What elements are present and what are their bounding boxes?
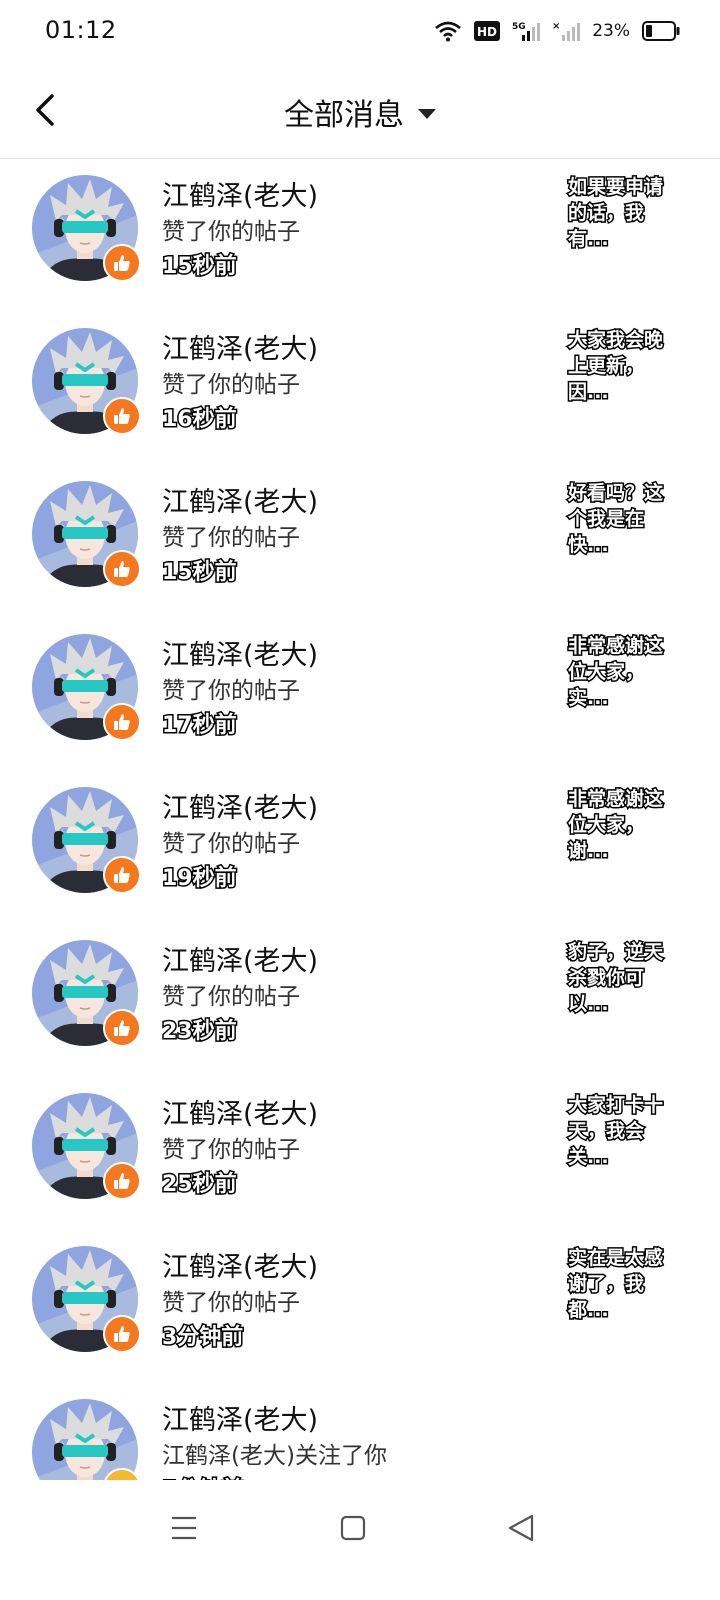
notification-time: 15秒前 [161, 253, 239, 281]
svg-text:×: × [552, 21, 560, 32]
app-header: 全部消息 [0, 62, 720, 159]
thumbs-up-icon [114, 255, 130, 271]
svg-text:5G: 5G [512, 22, 526, 32]
home-square-icon [340, 1515, 366, 1541]
notification-item[interactable]: 江鹤泽(老大) 江鹤泽(老大)关注了你 5分钟前 [0, 1382, 720, 1480]
notification-action: 赞了你的帖子 [162, 525, 300, 551]
notification-action: 赞了你的帖子 [162, 1290, 300, 1316]
notification-time: 16秒前 [161, 406, 239, 434]
notification-item[interactable]: 江鹤泽(老大) 赞了你的帖子 3分钟前 实在是太感谢了，我都... [0, 1229, 720, 1382]
notification-item[interactable]: 江鹤泽(老大) 赞了你的帖子 15秒前 好看吗？这个我是在快... [0, 464, 720, 617]
notification-action: 赞了你的帖子 [162, 831, 300, 857]
notification-item[interactable]: 江鹤泽(老大) 赞了你的帖子 16秒前 大家我会晚上更新，因... [0, 311, 720, 464]
sender-name: 江鹤泽(老大) [162, 1405, 319, 1436]
menu-button[interactable] [164, 1508, 204, 1548]
thumbs-up-badge [103, 550, 141, 588]
notification-action: 赞了你的帖子 [162, 219, 300, 245]
post-preview[interactable]: 豹子，逆天杀戮你可以... [567, 939, 672, 1017]
back-triangle-icon [508, 1514, 534, 1542]
wifi-icon [435, 21, 462, 42]
battery-icon [642, 21, 680, 41]
status-bar: 01:12 HD 5G × 23% [0, 0, 720, 62]
post-preview[interactable]: 非常感谢这位大家，实... [567, 633, 672, 711]
status-icons: HD 5G × 23% [434, 16, 680, 46]
notification-time: 19秒前 [161, 865, 239, 893]
notification-time: 15秒前 [161, 559, 239, 587]
header-title-area: 全部消息 [0, 90, 720, 134]
svg-text:HD: HD [477, 25, 497, 39]
thumbs-up-icon [114, 561, 130, 577]
notification-time: 5分钟前 [160, 1472, 244, 1481]
thumbs-up-icon [114, 1326, 130, 1342]
status-time: 01:12 [45, 16, 117, 44]
home-button[interactable] [333, 1508, 373, 1548]
sender-name: 江鹤泽(老大) [162, 487, 319, 518]
notification-item[interactable]: 江鹤泽(老大) 赞了你的帖子 17秒前 非常感谢这位大家，实... [0, 617, 720, 770]
post-preview[interactable]: 大家我会晚上更新，因... [567, 327, 672, 405]
post-preview[interactable]: 非常感谢这位大家，谢... [567, 786, 672, 864]
thumbs-up-badge [103, 1009, 141, 1047]
caret-down-icon [418, 109, 436, 119]
notification-time: 3分钟前 [160, 1324, 244, 1352]
thumbs-up-badge [103, 1315, 141, 1353]
signal-5g-icon: 5G [512, 22, 541, 41]
thumbs-up-icon [114, 408, 130, 424]
sender-name: 江鹤泽(老大) [162, 1099, 319, 1130]
notification-time: 25秒前 [161, 1171, 239, 1199]
post-preview[interactable]: 实在是太感谢了，我都... [567, 1245, 672, 1323]
sender-name: 江鹤泽(老大) [162, 1252, 319, 1283]
notification-item[interactable]: 江鹤泽(老大) 赞了你的帖子 23秒前 豹子，逆天杀戮你可以... [0, 923, 720, 1076]
hd-icon: HD [474, 21, 501, 41]
notification-item[interactable]: 江鹤泽(老大) 赞了你的帖子 19秒前 非常感谢这位大家，谢... [0, 770, 720, 923]
page-title: 全部消息 [284, 98, 404, 133]
back-nav-button[interactable] [502, 1508, 542, 1548]
thumbs-up-icon [114, 1173, 130, 1189]
thumbs-up-badge [103, 703, 141, 741]
sender-name: 江鹤泽(老大) [162, 793, 319, 824]
notification-action: 江鹤泽(老大)关注了你 [162, 1443, 387, 1469]
thumbs-up-badge [103, 856, 141, 894]
notification-action: 赞了你的帖子 [162, 1137, 300, 1163]
sender-name: 江鹤泽(老大) [162, 181, 319, 212]
menu-icon [172, 1516, 196, 1540]
notification-item[interactable]: 江鹤泽(老大) 赞了你的帖子 25秒前 大家打卡十天，我会关... [0, 1076, 720, 1229]
system-nav-bar [0, 1480, 720, 1600]
thumbs-up-badge [103, 1162, 141, 1200]
post-preview[interactable]: 好看吗？这个我是在快... [567, 480, 672, 558]
thumbs-up-icon [114, 1020, 130, 1036]
message-filter-dropdown[interactable]: 全部消息 [284, 90, 436, 134]
post-preview[interactable]: 大家打卡十天，我会关... [567, 1092, 672, 1170]
post-preview[interactable]: 如果要申请的话，我有... [567, 174, 672, 252]
notification-action: 赞了你的帖子 [162, 984, 300, 1010]
battery-percent: 23% [592, 21, 630, 41]
thumbs-up-icon [114, 714, 130, 730]
thumbs-up-badge [103, 244, 141, 282]
notification-list[interactable]: 江鹤泽(老大) 赞了你的帖子 15秒前 如果要申请的话，我有... 江鹤泽(老大… [0, 158, 720, 1480]
thumbs-up-icon [114, 867, 130, 883]
notification-item[interactable]: 江鹤泽(老大) 赞了你的帖子 15秒前 如果要申请的话，我有... [0, 158, 720, 311]
notification-action: 赞了你的帖子 [162, 678, 300, 704]
sender-name: 江鹤泽(老大) [162, 640, 319, 671]
notification-action: 赞了你的帖子 [162, 372, 300, 398]
signal-off-icon: × [552, 21, 581, 41]
notification-time: 17秒前 [161, 712, 239, 740]
sender-name: 江鹤泽(老大) [162, 334, 319, 365]
notification-time: 23秒前 [161, 1018, 239, 1046]
sender-name: 江鹤泽(老大) [162, 946, 319, 977]
thumbs-up-badge [103, 397, 141, 435]
